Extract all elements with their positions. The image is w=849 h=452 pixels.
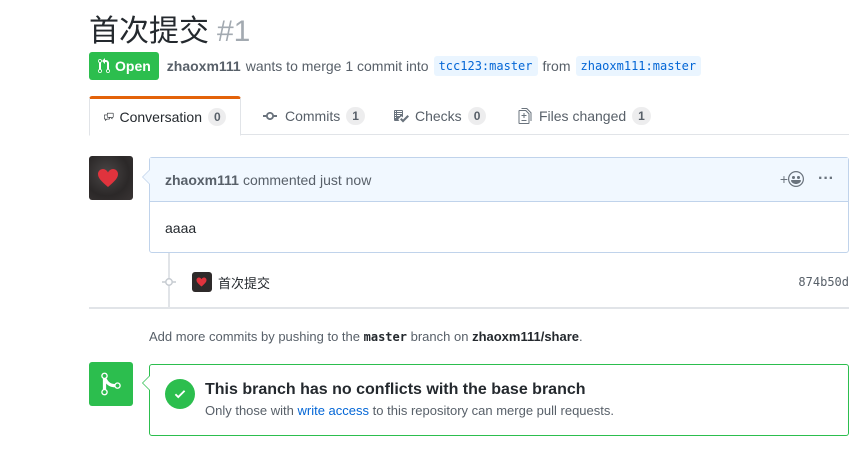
merge-status-title: This branch has no conflicts with the ba…	[205, 381, 586, 398]
state-badge: Open	[89, 52, 159, 80]
tab-label: Files changed	[539, 108, 627, 124]
check-circle-icon	[165, 379, 195, 409]
smiley-icon	[788, 171, 805, 187]
pr-tabs: Conversation 0 Commits 1 Checks 0 Files …	[89, 96, 849, 136]
commit-avatar[interactable]	[192, 272, 212, 292]
heart-icon	[98, 169, 118, 187]
state-label: Open	[115, 58, 151, 74]
merge-text: wants to merge 1 commit into	[245, 58, 429, 74]
pr-number: #1	[217, 15, 251, 48]
tab-count: 1	[346, 107, 365, 125]
comment-body: aaaa	[165, 220, 197, 236]
merge-status-box: This branch has no conflicts with the ba…	[142, 364, 849, 436]
base-branch[interactable]: tcc123:master	[433, 56, 538, 76]
hint-repo: zhaoxm111/share	[472, 329, 580, 344]
comment-actions: + ···	[780, 170, 834, 188]
push-hint: Add more commits by pushing to the maste…	[149, 329, 583, 344]
checklist-icon	[394, 110, 409, 123]
git-merge-icon	[101, 372, 121, 396]
hint-middle: branch on	[410, 329, 469, 344]
pr-title: 首次提交 #1	[89, 6, 251, 49]
comment-discussion-icon	[104, 112, 114, 122]
commit-sha-link[interactable]: 874b50d	[798, 275, 849, 289]
plus-label: +	[779, 171, 789, 187]
hint-suffix: .	[579, 329, 583, 344]
tab-label: Checks	[415, 108, 462, 124]
pr-meta: Open zhaoxm111 wants to merge 1 commit i…	[89, 52, 706, 80]
git-commit-icon	[263, 112, 277, 120]
hint-prefix: Add more commits by pushing to the	[149, 329, 360, 344]
check-icon	[174, 390, 186, 399]
pr-title-text: 首次提交	[89, 14, 209, 49]
commit-message-link[interactable]: 首次提交	[218, 273, 270, 292]
tab-checks[interactable]: Checks 0	[379, 96, 500, 136]
tab-commits[interactable]: Commits 1	[249, 96, 379, 136]
merge-status-icon	[89, 362, 133, 406]
git-pull-request-icon	[98, 58, 110, 74]
more-options-button[interactable]: ···	[818, 170, 834, 188]
merge-sub-prefix: Only those with	[205, 403, 294, 418]
heart-icon	[196, 277, 207, 287]
tab-files-changed[interactable]: Files changed 1	[503, 96, 665, 136]
tab-label: Commits	[285, 108, 341, 124]
comment-header: zhaoxm111 commented just now	[150, 158, 848, 202]
tab-count: 0	[467, 107, 487, 125]
comment-action: commented just now	[242, 171, 372, 188]
pr-author-link[interactable]: zhaoxm111	[167, 58, 241, 74]
tab-count: 1	[632, 107, 651, 125]
timeline-divider	[89, 307, 849, 309]
tab-count: 0	[208, 108, 226, 126]
add-reaction-button[interactable]: +	[779, 171, 805, 187]
tab-conversation[interactable]: Conversation 0	[89, 96, 241, 136]
comment-author-link[interactable]: zhaoxm111	[165, 172, 239, 188]
write-access-link[interactable]: write access	[298, 403, 370, 418]
comment-box: zhaoxm111 commented just now + ··· aaaa	[142, 157, 849, 253]
git-commit-icon	[162, 278, 176, 286]
merge-status-subtitle: Only those with write access to this rep…	[205, 403, 614, 418]
merge-sub-suffix: to this repository can merge pull reques…	[372, 403, 614, 418]
avatar[interactable]	[89, 156, 133, 200]
from-text: from	[542, 58, 571, 74]
file-diff-icon	[518, 108, 532, 124]
tab-label: Conversation	[119, 109, 203, 125]
head-branch[interactable]: zhaoxm111:master	[575, 56, 702, 76]
hint-branch: master	[363, 330, 407, 344]
